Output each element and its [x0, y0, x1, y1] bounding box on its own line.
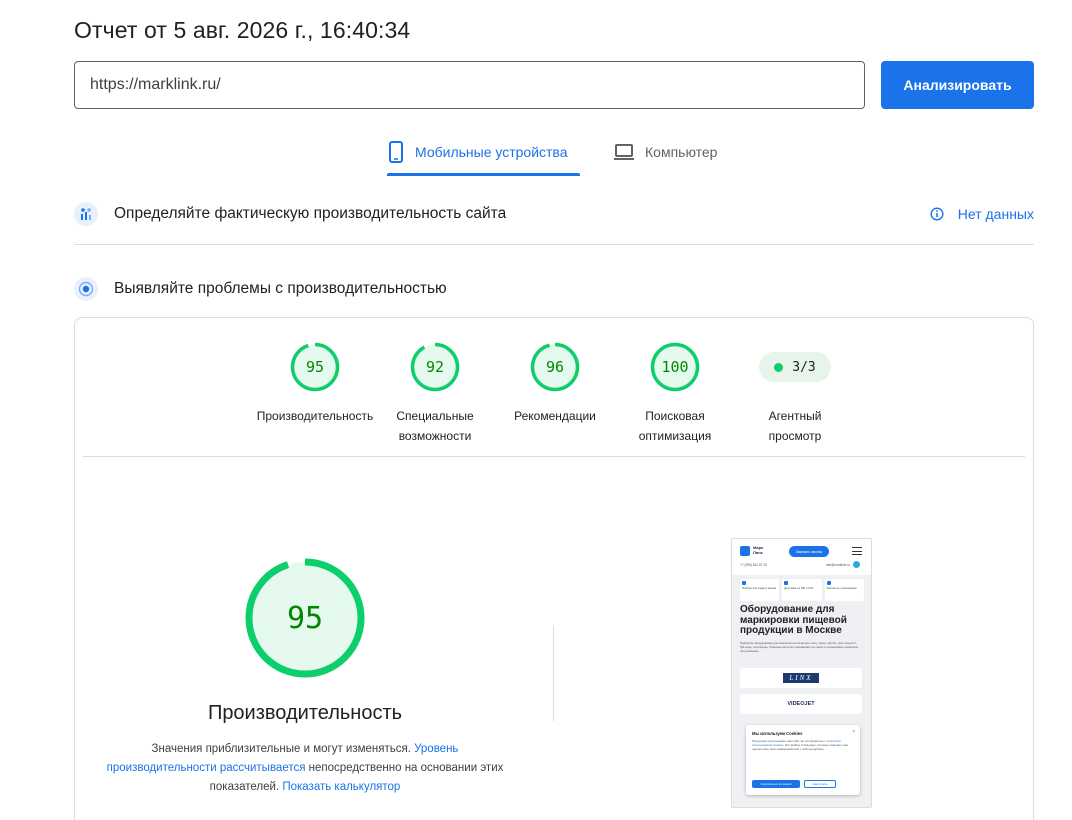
vertical-divider	[553, 625, 554, 721]
gauge-ring: 100	[650, 342, 700, 392]
performance-big-gauge: 95	[245, 558, 365, 678]
field-data-section: Определяйте фактическую производительнос…	[74, 202, 1034, 226]
screenshot-feature: Доставка по РФ и СНГ	[782, 579, 822, 601]
report-title: Отчет от 5 авг. 2026 г., 16:40:34	[74, 17, 411, 43]
screenshot-hero-title: Оборудование для маркировки пищевой прод…	[740, 604, 847, 636]
tab-mobile[interactable]: Мобильные устройства	[387, 138, 580, 176]
gauge-best-practices[interactable]: 96 Рекомендации	[495, 342, 615, 426]
screenshot-cta: Заказать звонок	[789, 546, 829, 557]
url-input[interactable]	[74, 61, 865, 109]
gauge-label: Специальные возможности	[396, 409, 474, 443]
page-screenshot: Марк Линк Заказать звонок +7 (925) 811-07…	[731, 538, 872, 808]
section-divider	[74, 244, 1034, 245]
lab-data-title: Выявляйте проблемы с производительностью	[114, 280, 447, 297]
tab-desktop-label: Компьютер	[645, 144, 718, 160]
pass-dot-icon	[774, 362, 784, 372]
gauge-accessibility[interactable]: 92 Специальные возможности	[375, 342, 495, 446]
users-chart-icon	[74, 202, 98, 226]
performance-title: Производительность	[207, 702, 403, 724]
screenshot-logo-text: Марк Линк	[753, 545, 764, 555]
field-data-title: Определяйте фактическую производительнос…	[114, 205, 507, 222]
show-calculator-link[interactable]: Показать калькулятор	[282, 781, 400, 793]
screenshot-cookie-banner: Мы используем Cookies × Продолжая исполь…	[746, 725, 860, 795]
gauge-ring: 96	[530, 342, 580, 392]
gauge-ring: 95	[290, 342, 340, 392]
screenshot-hero-text: Подберём оборудование для нанесения на п…	[740, 641, 858, 653]
performance-description: Значения приблизительные и могут изменят…	[106, 743, 504, 793]
screenshot-header: Марк Линк Заказать звонок +7 (925) 811-07…	[732, 539, 871, 575]
menu-icon	[852, 547, 862, 555]
gauge-score: 100	[661, 358, 688, 376]
no-data-link[interactable]: Нет данных	[930, 206, 1034, 222]
gauge-score: 92	[426, 358, 444, 376]
screenshot-brand-videojet: VIDEOJET	[740, 694, 862, 714]
marklink-logo-icon	[740, 546, 750, 556]
agent-pill: 3/3	[759, 352, 831, 382]
card-divider	[83, 456, 1025, 457]
info-icon	[930, 207, 944, 221]
score-gauges: 95 Производительность 92 Специальные возм…	[75, 342, 1035, 452]
screenshot-feature: Запчасти и расходники	[824, 579, 864, 601]
gauge-label: Поисковая оптимизация	[638, 409, 712, 443]
gauge-label: Рекомендации	[514, 409, 596, 423]
gauge-seo[interactable]: 100 Поисковая оптимизация	[615, 342, 735, 446]
gauge-label: Агентный просмотр	[768, 409, 822, 443]
gauge-performance[interactable]: 95 Производительность	[255, 342, 375, 426]
lab-data-section: Выявляйте проблемы с производительностью	[74, 277, 1034, 301]
gauge-label: Производительность	[256, 409, 374, 423]
analyze-button[interactable]: Анализировать	[881, 61, 1034, 109]
tab-desktop[interactable]: Компьютер	[613, 138, 717, 176]
lab-card: 95 Производительность 92 Специальные возм…	[74, 317, 1034, 820]
phone-icon	[387, 141, 405, 163]
big-score: 95	[287, 601, 323, 636]
gauge-score: 95	[306, 358, 324, 376]
agent-value: 3/3	[792, 359, 816, 375]
gauge-score: 96	[546, 358, 564, 376]
screenshot-feature: Подбор под задачу заказа	[740, 579, 780, 601]
laptop-icon	[613, 143, 635, 161]
device-tabs: Мобильные устройства Компьютер	[387, 138, 717, 176]
diagnose-icon	[74, 277, 98, 301]
screenshot-brand-linx: LINX	[740, 668, 862, 688]
screenshot-features: Подбор под задачу заказа Доставка по РФ …	[740, 579, 864, 601]
screenshot-contacts: +7 (925) 811-07-10 info@marklink.ru	[740, 563, 850, 567]
no-data-label: Нет данных	[957, 206, 1034, 222]
telegram-icon	[853, 561, 860, 568]
gauge-agent[interactable]: 3/3 Агентный просмотр	[735, 342, 855, 446]
tab-mobile-label: Мобильные устройства	[415, 144, 568, 160]
gauge-ring: 92	[410, 342, 460, 392]
close-icon: ×	[852, 729, 855, 735]
